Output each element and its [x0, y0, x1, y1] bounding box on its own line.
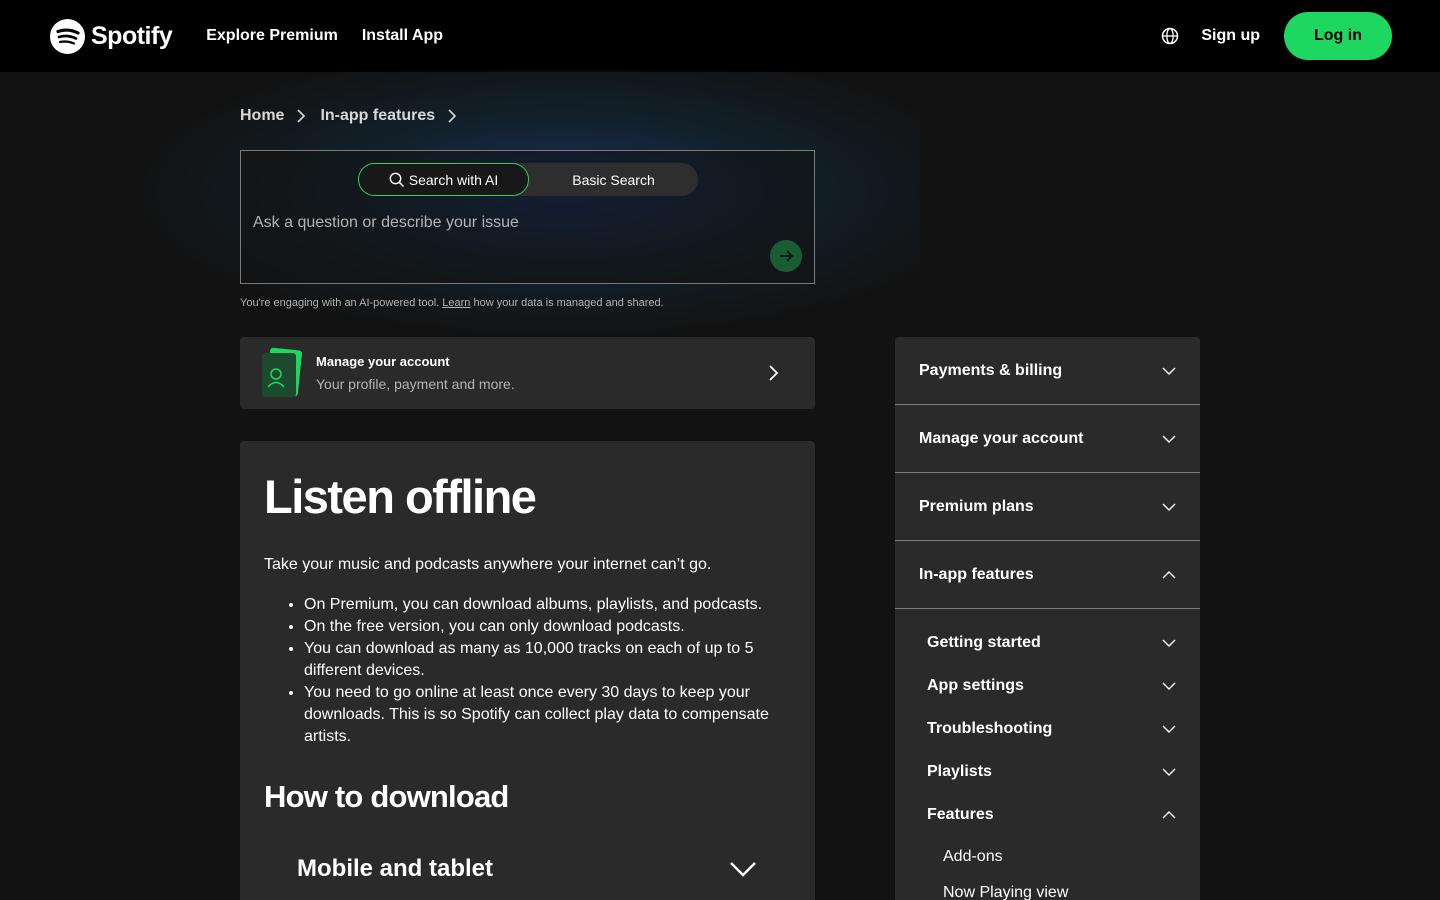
article-intro: Take your music and podcasts anywhere yo… — [264, 556, 712, 573]
sidebar-subitem-playlists[interactable]: Playlists — [895, 750, 1200, 793]
nav-install-app[interactable]: Install App — [362, 27, 443, 45]
arrow-right-icon — [780, 250, 794, 262]
sidebar-subitem-label: Features — [927, 805, 994, 823]
chevron-right-icon — [297, 109, 306, 123]
accordion-label: Mobile and tablet — [297, 855, 494, 882]
sidebar-navigation: Payments & billing Manage your account P… — [895, 337, 1200, 900]
list-item: On Premium, you can download albums, pla… — [304, 594, 784, 616]
nav-explore-premium[interactable]: Explore Premium — [206, 27, 338, 45]
article-bullets: On Premium, you can download albums, pla… — [304, 594, 784, 748]
tab-basic-search[interactable]: Basic Search — [529, 163, 698, 196]
search-mode-toggle: Search with AI Basic Search — [358, 163, 698, 196]
chevron-down-icon — [1162, 768, 1176, 776]
section-heading: How to download — [264, 779, 509, 814]
card-subtitle: Your profile, payment and more. — [316, 376, 515, 392]
card-title: Manage your account — [316, 354, 450, 369]
chevron-down-icon — [1162, 639, 1176, 647]
account-card-icon — [262, 347, 303, 397]
chevron-up-icon — [1162, 570, 1176, 578]
sidebar-link-add-ons[interactable]: Add-ons — [895, 839, 1200, 875]
chevron-down-icon — [1162, 367, 1176, 375]
sidebar-item-premium-plans[interactable]: Premium plans — [895, 473, 1200, 541]
list-item: On the free version, you can only downlo… — [304, 616, 784, 638]
tab-search-with-ai-label: Search with AI — [408, 171, 499, 188]
sidebar-subitem-label: Getting started — [927, 633, 1041, 651]
sidebar-subitem-getting-started[interactable]: Getting started — [895, 621, 1200, 664]
chevron-down-icon — [730, 862, 756, 877]
chevron-right-icon — [448, 109, 457, 123]
in-app-features-submenu: Getting started App settings Troubleshoo… — [895, 609, 1200, 900]
signup-link[interactable]: Sign up — [1201, 27, 1260, 45]
sidebar-subitem-label: App settings — [927, 676, 1024, 694]
disclaimer-text-before: You're engaging with an AI-powered tool. — [240, 297, 443, 309]
spotify-logo-icon — [50, 18, 85, 54]
sidebar-item-label: Premium plans — [919, 497, 1034, 515]
search-icon — [389, 172, 404, 187]
sidebar-item-payments-billing[interactable]: Payments & billing — [895, 337, 1200, 405]
search-panel: Search with AI Basic Search — [240, 150, 815, 284]
chevron-down-icon — [1162, 725, 1176, 733]
search-input[interactable] — [253, 211, 733, 235]
submit-button[interactable] — [770, 240, 802, 272]
logo-wordmark: Spotify — [91, 21, 173, 50]
sidebar-subitem-label: Troubleshooting — [927, 719, 1053, 737]
manage-account-card[interactable]: Manage your account Your profile, paymen… — [240, 337, 815, 409]
spotify-logo[interactable]: Spotify — [50, 18, 173, 54]
accordion-mobile-tablet[interactable]: Mobile and tablet — [297, 852, 757, 886]
disclaimer-text-after: how your data is managed and shared. — [470, 297, 664, 309]
globe-icon[interactable] — [1161, 27, 1179, 45]
chevron-down-icon — [1162, 682, 1176, 690]
tab-search-with-ai[interactable]: Search with AI — [358, 163, 529, 196]
top-navigation: Spotify Explore Premium Install App Sign… — [0, 0, 1440, 72]
sidebar-item-in-app-features[interactable]: In-app features — [895, 541, 1200, 609]
login-button[interactable]: Log in — [1284, 12, 1392, 60]
breadcrumb-home[interactable]: Home — [240, 107, 284, 125]
breadcrumb: Home In-app features — [240, 104, 457, 128]
sidebar-subitem-app-settings[interactable]: App settings — [895, 664, 1200, 707]
sidebar-link-now-playing-view[interactable]: Now Playing view — [895, 875, 1200, 900]
list-item: You can download as many as 10,000 track… — [304, 638, 784, 682]
sidebar-item-manage-account[interactable]: Manage your account — [895, 405, 1200, 473]
sidebar-item-label: Manage your account — [919, 429, 1084, 447]
chevron-right-icon — [769, 365, 779, 381]
article-title: Listen offline — [264, 470, 537, 523]
sidebar-item-label: In-app features — [919, 565, 1034, 583]
article-panel: Listen offline Take your music and podca… — [240, 441, 815, 900]
sidebar-subitem-label: Playlists — [927, 762, 992, 780]
ai-disclaimer: You're engaging with an AI-powered tool.… — [240, 297, 664, 309]
sidebar-subitem-features[interactable]: Features — [895, 793, 1200, 836]
chevron-down-icon — [1162, 503, 1176, 511]
chevron-down-icon — [1162, 435, 1176, 443]
breadcrumb-in-app-features[interactable]: In-app features — [320, 107, 435, 125]
sidebar-item-label: Payments & billing — [919, 361, 1063, 379]
sidebar-subitem-troubleshooting[interactable]: Troubleshooting — [895, 707, 1200, 750]
learn-link[interactable]: Learn — [442, 297, 470, 309]
list-item: You need to go online at least once ever… — [304, 682, 784, 748]
chevron-up-icon — [1162, 810, 1176, 818]
